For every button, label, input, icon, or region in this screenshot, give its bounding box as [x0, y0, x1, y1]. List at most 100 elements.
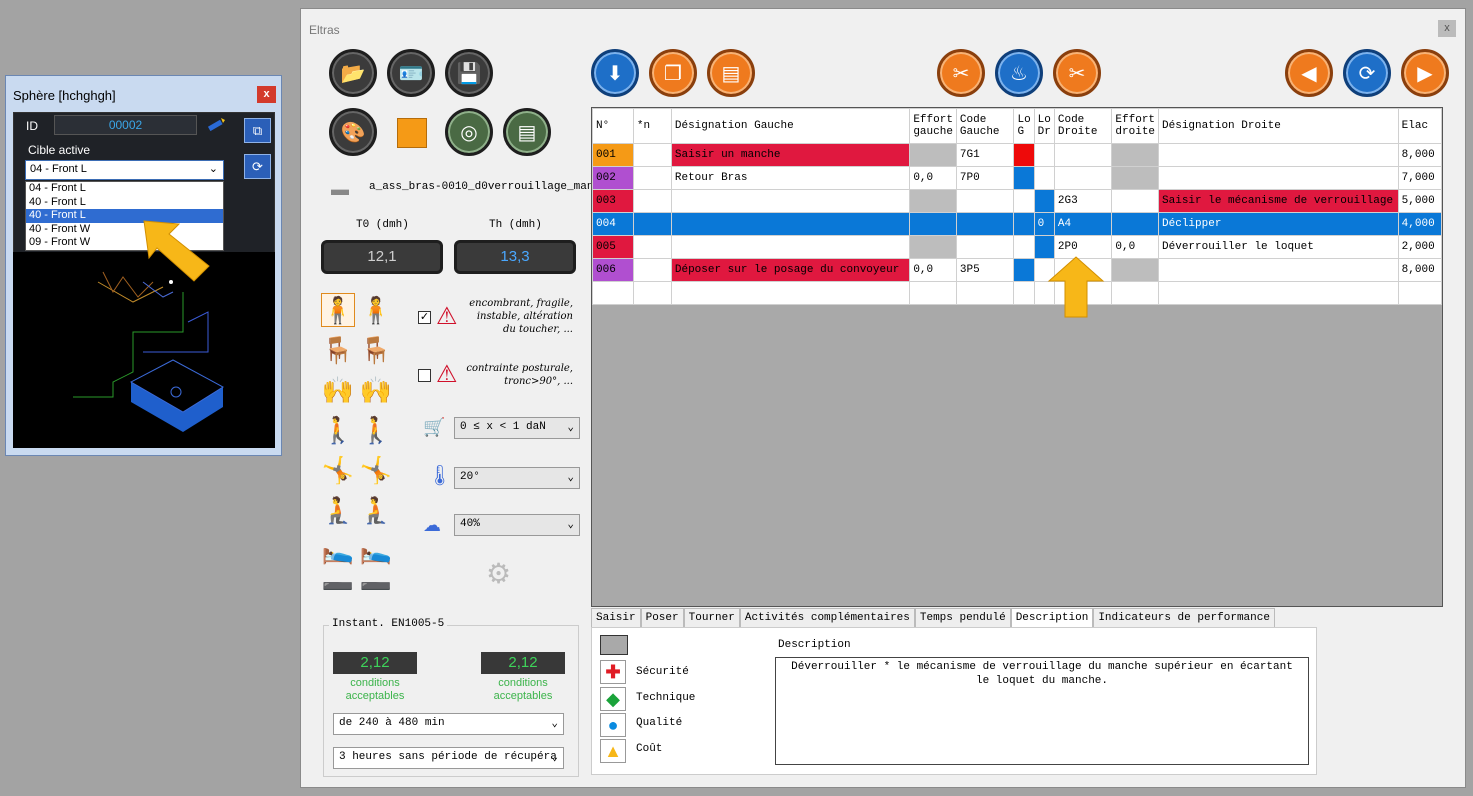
tab-indicateurs[interactable]: Indicateurs de performance: [1093, 608, 1275, 628]
description-textarea[interactable]: Déverrouiller * le mécanisme de verrouil…: [775, 657, 1309, 765]
cell-designation-droite[interactable]: Déverrouiller le loquet: [1158, 235, 1399, 259]
cell-effort-gauche[interactable]: [909, 189, 957, 213]
cell-n[interactable]: 005: [592, 235, 634, 259]
tab-poser[interactable]: Poser: [640, 608, 684, 628]
table-row[interactable]: 005 2P0 0,0 Déverrouiller le loquet 2,00…: [592, 235, 1443, 259]
humidity-select[interactable]: 40% ⌄: [454, 514, 580, 536]
refresh-icon[interactable]: ⟳: [244, 154, 271, 179]
cell-empty[interactable]: [670, 281, 911, 305]
cell-designation-droite[interactable]: [1158, 143, 1399, 167]
table-row-empty[interactable]: [592, 281, 1443, 305]
risk1-checkbox[interactable]: ✓: [418, 311, 431, 324]
cell-lo-g[interactable]: [1013, 258, 1035, 282]
posture-prone[interactable]: ➖: [321, 569, 355, 603]
posture-lying-alt[interactable]: 🛌: [359, 533, 393, 567]
cell-star[interactable]: [632, 212, 672, 236]
posture-sitting-alt[interactable]: 🪑: [359, 333, 393, 367]
cell-effort-droite[interactable]: [1111, 258, 1160, 282]
cell-elac[interactable]: 8,000: [1397, 258, 1443, 282]
cell-lo-g[interactable]: [1013, 166, 1035, 190]
cell-star[interactable]: [632, 235, 672, 259]
posture-sitting[interactable]: 🪑: [321, 333, 355, 367]
cell-code-gauche[interactable]: 7G1: [955, 143, 1015, 167]
posture-arms-up[interactable]: 🙌: [321, 373, 355, 407]
cell-lo-g[interactable]: [1013, 235, 1035, 259]
operations-grid[interactable]: N° *n Désignation Gauche Effort gauche C…: [591, 107, 1443, 607]
cell-designation-droite[interactable]: [1158, 166, 1399, 190]
cell-n[interactable]: 003: [592, 189, 634, 213]
cell-n[interactable]: 004: [592, 212, 634, 236]
posture-bent-alt[interactable]: 🚶: [359, 413, 393, 447]
cell-lo-d[interactable]: [1033, 189, 1055, 213]
cible-option[interactable]: 40 - Front L: [26, 196, 223, 210]
id-field[interactable]: 00002: [54, 115, 197, 135]
target-button[interactable]: ◎: [445, 108, 493, 156]
cut-button[interactable]: ✂: [937, 49, 985, 97]
cell-lo-d[interactable]: [1033, 143, 1055, 167]
cell-empty[interactable]: [1397, 281, 1443, 305]
cell-designation-gauche[interactable]: Saisir un manche: [670, 143, 911, 167]
cell-code-gauche[interactable]: 7P0: [955, 166, 1015, 190]
cell-effort-gauche[interactable]: [909, 143, 957, 167]
table-row[interactable]: 001 Saisir un manche 7G1 8,000: [592, 143, 1443, 167]
cell-effort-gauche[interactable]: 0,0: [909, 258, 957, 282]
column-header[interactable]: N°: [592, 108, 634, 144]
server-button[interactable]: ▤: [503, 108, 551, 156]
duration-select[interactable]: de 240 à 480 min ⌄: [333, 713, 564, 735]
posture-prone-alt[interactable]: ➖: [359, 569, 393, 603]
posture-kneeling[interactable]: 🧎: [321, 493, 355, 527]
security-cross-icon[interactable]: ✚: [600, 660, 626, 684]
cible-option[interactable]: 04 - Front L: [26, 182, 223, 196]
next-button[interactable]: ▶: [1401, 49, 1449, 97]
risk2-checkbox[interactable]: [418, 369, 431, 382]
tab-tourner[interactable]: Tourner: [683, 608, 740, 628]
cell-star[interactable]: [632, 189, 672, 213]
download-button[interactable]: ⬇: [591, 49, 639, 97]
column-header[interactable]: Lo G: [1013, 108, 1035, 144]
cut-alt-button[interactable]: ✂: [1053, 49, 1101, 97]
cell-code-gauche[interactable]: [955, 235, 1015, 259]
cell-lo-d[interactable]: 0: [1033, 212, 1055, 236]
color-swatch-grey[interactable]: [600, 635, 628, 655]
cell-n[interactable]: 002: [592, 166, 634, 190]
cell-empty[interactable]: [909, 281, 957, 305]
cell-code-droite[interactable]: A4: [1053, 212, 1113, 236]
cell-lo-g[interactable]: [1013, 189, 1035, 213]
effort-select[interactable]: 0 ≤ x < 1 daN ⌄: [454, 417, 580, 439]
color-swatch[interactable]: [397, 118, 427, 148]
cell-lo-d[interactable]: [1033, 166, 1055, 190]
cell-empty[interactable]: [592, 281, 634, 305]
cell-n[interactable]: 006: [592, 258, 634, 282]
cell-code-gauche[interactable]: 3P5: [955, 258, 1015, 282]
cell-designation-gauche[interactable]: [670, 235, 911, 259]
save-button[interactable]: 💾: [445, 49, 493, 97]
cell-effort-droite[interactable]: [1111, 166, 1160, 190]
posture-bent-forward-alt[interactable]: 🤸: [359, 453, 393, 487]
column-header[interactable]: Désignation Droite: [1158, 108, 1399, 144]
cell-star[interactable]: [632, 166, 672, 190]
cell-n[interactable]: 001: [592, 143, 634, 167]
sync-button[interactable]: ⟳: [1343, 49, 1391, 97]
posture-standing-selected[interactable]: 🧍: [321, 293, 355, 327]
cell-effort-droite[interactable]: 0,0: [1111, 235, 1160, 259]
cell-code-droite[interactable]: [1053, 166, 1113, 190]
cell-effort-droite[interactable]: [1111, 189, 1160, 213]
posture-standing[interactable]: 🧍: [359, 293, 393, 327]
cell-designation-gauche[interactable]: Déposer sur le posage du convoyeur: [670, 258, 911, 282]
id-card-button[interactable]: 🪪: [387, 49, 435, 97]
cell-elac[interactable]: 7,000: [1397, 166, 1443, 190]
pencil-icon[interactable]: [206, 116, 226, 134]
tab-activites[interactable]: Activités complémentaires: [739, 608, 915, 628]
cell-code-droite[interactable]: [1053, 143, 1113, 167]
table-row[interactable]: 003 2G3 Saisir le mécanisme de verrouill…: [592, 189, 1443, 213]
cell-effort-droite[interactable]: [1111, 212, 1160, 236]
table-row[interactable]: 006 Déposer sur le posage du convoyeur 0…: [592, 258, 1443, 282]
cell-effort-gauche[interactable]: [909, 235, 957, 259]
posture-lying[interactable]: 🛌: [321, 533, 355, 567]
cell-elac[interactable]: 4,000: [1397, 212, 1443, 236]
column-header[interactable]: Effort gauche: [909, 108, 957, 144]
palette-button[interactable]: 🎨: [329, 108, 377, 156]
cout-triangle-icon[interactable]: ▲: [600, 739, 626, 763]
cell-elac[interactable]: 5,000: [1397, 189, 1443, 213]
cell-designation-droite[interactable]: Déclipper: [1158, 212, 1399, 236]
